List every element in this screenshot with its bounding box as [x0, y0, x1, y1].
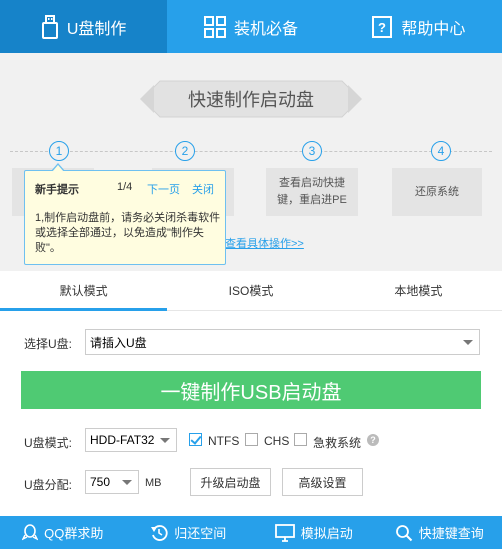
footer-bar: QQ群求助 归还空间 模拟启动 快捷键查询 [0, 516, 502, 549]
svg-text:?: ? [378, 20, 386, 35]
tab-default-mode[interactable]: 默认模式 [0, 271, 168, 311]
grid-icon [203, 15, 226, 38]
usb-mode-select[interactable]: HDD-FAT32 [85, 428, 177, 452]
view-details-link[interactable]: 查看具体操作>> [225, 235, 304, 251]
step-number-3: 3 [302, 141, 322, 161]
usb-icon [41, 14, 59, 39]
step-number-4: 4 [431, 141, 451, 161]
rescue-system-checkbox[interactable] [294, 433, 307, 446]
usb-mode-label: U盘模式: [24, 436, 73, 450]
chevron-down-icon [122, 480, 132, 485]
tab-label: 帮助中心 [401, 20, 466, 38]
make-usb-boot-button[interactable]: 一键制作USB启动盘 [21, 371, 481, 409]
tab-label: 装机必备 [233, 20, 298, 38]
question-icon[interactable]: ? [367, 434, 379, 446]
tip-close-link[interactable]: 关闭 [192, 181, 214, 197]
tab-help-center[interactable]: ? 帮助中心 [335, 0, 502, 53]
qq-icon [22, 523, 39, 542]
advanced-settings-button[interactable]: 高级设置 [282, 468, 363, 496]
step-number-2: 2 [175, 141, 195, 161]
tab-usb-make[interactable]: U盘制作 [0, 0, 168, 53]
usb-select-value: 请插入U盘 [90, 335, 147, 350]
hotkey-lookup-button[interactable]: 快捷键查询 [377, 516, 502, 549]
top-nav: U盘制作 装机必备 ? 帮助中心 [0, 0, 502, 53]
tip-title: 新手提示 [35, 184, 79, 196]
rescue-system-label: 急救系统 [313, 436, 362, 450]
monitor-icon [274, 523, 295, 542]
banner-title: 快速制作启动盘 [188, 90, 314, 110]
restore-icon [150, 524, 168, 542]
ntfs-label: NTFS [208, 434, 240, 448]
chs-label: CHS [264, 434, 290, 448]
chevron-down-icon [463, 340, 473, 345]
tip-next-link[interactable]: 下一页 [147, 181, 180, 197]
tab-essentials[interactable]: 装机必备 [167, 0, 334, 53]
select-usb-label: 选择U盘: [24, 337, 73, 351]
simulate-boot-button[interactable]: 模拟启动 [251, 516, 377, 549]
usb-select[interactable]: 请插入U盘 [85, 329, 480, 355]
partition-size-select[interactable]: 750 [85, 470, 139, 494]
footer-label: 模拟启动 [300, 526, 353, 541]
banner-ribbon: 快速制作启动盘 [140, 79, 362, 119]
footer-label: 归还空间 [174, 526, 227, 541]
step-number-1: 1 [49, 141, 69, 161]
step-box-4: 还原系统 [392, 168, 482, 216]
partition-label: U盘分配: [24, 478, 73, 492]
tab-iso-mode[interactable]: ISO模式 [167, 271, 334, 310]
step-box-3: 查看启动快捷键，重启进PE [266, 168, 358, 216]
partition-unit: MB [145, 477, 162, 489]
chevron-down-icon [160, 438, 170, 443]
footer-label: 快捷键查询 [418, 526, 484, 541]
tip-body: 1,制作启动盘前，请务必关闭杀毒软件或选择全部通过，以免造成"制作失败"。 [35, 212, 221, 254]
restore-space-button[interactable]: 归还空间 [126, 516, 252, 549]
tab-local-mode[interactable]: 本地模式 [335, 271, 502, 310]
footer-label: QQ群求助 [44, 526, 104, 541]
search-icon [395, 524, 413, 542]
tip-page-indicator: 1/4 [117, 181, 133, 193]
qq-group-help-button[interactable]: QQ群求助 [0, 516, 126, 549]
help-doc-icon: ? [371, 15, 393, 38]
chs-checkbox[interactable] [245, 433, 258, 446]
steps-divider [10, 151, 492, 152]
usb-mode-value: HDD-FAT32 [90, 433, 155, 447]
upgrade-boot-button[interactable]: 升级启动盘 [190, 468, 271, 496]
mode-tabs: 默认模式 ISO模式 本地模式 [0, 271, 502, 311]
ntfs-checkbox[interactable] [189, 433, 202, 446]
beginner-tip-popup: 新手提示 1/4 下一页 关闭 1,制作启动盘前，请务必关闭杀毒软件或选择全部通… [24, 163, 226, 265]
partition-size-value: 750 [90, 475, 111, 489]
tab-label: U盘制作 [66, 20, 127, 38]
